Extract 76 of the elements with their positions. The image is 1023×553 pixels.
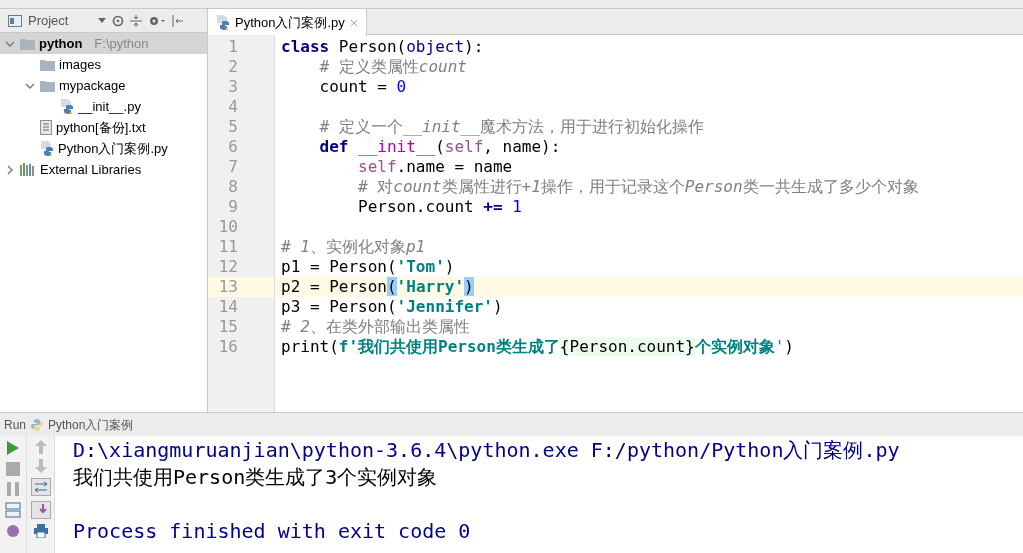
line-number: 7 <box>227 157 238 177</box>
item-label: images <box>59 55 101 74</box>
run-panel-title: Run <box>4 416 26 434</box>
line-number: 10 <box>217 217 238 237</box>
line-number: 9 <box>227 197 238 217</box>
folder-icon <box>40 79 55 92</box>
code-line: class Person(object): <box>280 37 484 57</box>
line-number: 14 <box>217 297 238 317</box>
tree-item[interactable]: python[备份].txt <box>0 117 207 138</box>
scroll-to-end-icon[interactable] <box>30 501 51 519</box>
code-line: p2 = Person('Harry') <box>280 277 474 297</box>
tree-item[interactable]: mypackage <box>0 75 207 96</box>
item-label: python[备份].txt <box>56 118 146 137</box>
line-number: 2 <box>227 57 238 77</box>
line-number: 4 <box>227 97 238 117</box>
code-line: count = 0 <box>318 77 407 97</box>
console-line: 我们共使用Person类生成了3个实例对象 <box>73 465 438 489</box>
close-icon[interactable] <box>349 18 358 27</box>
target-icon[interactable] <box>112 14 124 27</box>
code-line: p1 = Person('Tom') <box>280 257 455 277</box>
code-line: def __init__(self, name): <box>318 137 561 157</box>
line-number: 15 <box>217 317 238 337</box>
line-number: 12 <box>217 257 238 277</box>
text-file-icon <box>40 120 52 135</box>
python-file-icon <box>216 15 230 30</box>
code-line: self.name = name <box>357 157 513 177</box>
item-label: Python入门案例.py <box>58 139 168 158</box>
run-configuration-label[interactable]: Python入门案例 <box>48 415 134 434</box>
dropdown-caret-icon[interactable] <box>98 18 106 23</box>
item-label: python <box>39 34 83 53</box>
console-line: D:\xiangmuruanjian\python-3.6.4\python.exe F:/python/Python入门案例.py <box>73 438 900 462</box>
item-path: F:\python <box>94 34 149 53</box>
code-line: # 定义一个__init__魔术方法，用于进行初始化操作 <box>318 117 704 137</box>
line-number: 13 <box>217 277 238 297</box>
console-line: Process finished with exit code 0 <box>73 519 471 543</box>
python-file-icon <box>60 99 74 114</box>
code-line: # 1、实例化对象p1 <box>280 237 426 257</box>
tree-item[interactable]: Python入门案例.py <box>0 138 207 159</box>
print-icon[interactable] <box>32 524 49 538</box>
soft-wrap-icon[interactable] <box>30 478 51 496</box>
tree-item[interactable]: External Libraries <box>0 159 207 180</box>
line-number: 6 <box>227 137 238 157</box>
project-view-icon <box>8 14 22 27</box>
python-file-icon <box>40 141 54 156</box>
tree-item[interactable]: images <box>0 54 207 75</box>
code-line: Person.count += 1 <box>357 197 522 217</box>
tree-item[interactable]: python F:\python <box>0 33 207 54</box>
line-number: 16 <box>217 337 238 357</box>
code-line: # 2、在类外部输出类属性 <box>280 317 470 337</box>
layout-icon[interactable] <box>5 502 21 518</box>
item-label: __init__.py <box>78 97 141 116</box>
item-label: mypackage <box>59 76 126 95</box>
line-number: 8 <box>227 177 238 197</box>
item-label: External Libraries <box>40 160 142 179</box>
line-number: 3 <box>227 77 238 97</box>
code-line: # 对count类属性进行+1操作，用于记录这个Person类一共生成了多少个对象 <box>357 177 919 197</box>
expanded-chevron-icon[interactable] <box>25 82 35 89</box>
file-tab[interactable]: Python入门案例.py <box>208 9 367 36</box>
line-number: 5 <box>227 117 238 137</box>
code-line: p3 = Person('Jennifer') <box>280 297 503 317</box>
folder-icon <box>20 37 35 50</box>
line-number: 11 <box>217 237 238 257</box>
folder-icon <box>40 58 55 71</box>
collapsed-chevron-icon[interactable] <box>7 164 13 175</box>
run-icon[interactable] <box>6 440 20 456</box>
python-icon <box>30 417 44 432</box>
code-line: # 定义类属性count <box>318 57 467 77</box>
pause-icon[interactable] <box>7 482 19 496</box>
settings-icon[interactable] <box>148 14 166 27</box>
hide-panel-icon[interactable] <box>172 14 184 27</box>
collapse-icon[interactable] <box>130 14 142 27</box>
library-icon <box>20 163 36 176</box>
line-number: 1 <box>227 37 238 57</box>
code-line: print(f'我们共使用Person类生成了{Person.count}个实例对象') <box>280 337 794 357</box>
tree-item[interactable]: __init__.py <box>0 96 207 117</box>
expanded-chevron-icon[interactable] <box>5 40 15 47</box>
